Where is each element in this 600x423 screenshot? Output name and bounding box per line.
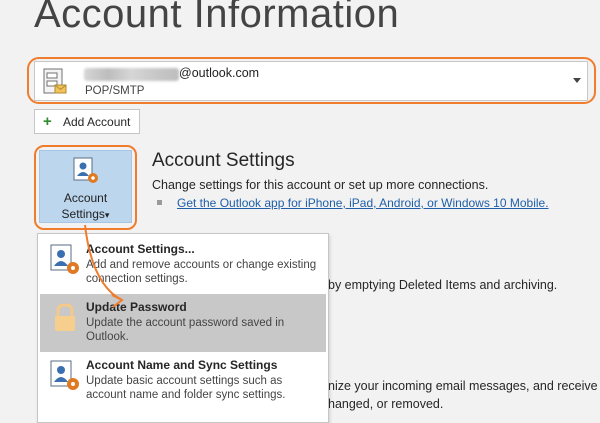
cleanup-description: by emptying Deleted Items and archiving. bbox=[328, 278, 558, 292]
account-settings-menu: Account Settings... Add and remove accou… bbox=[37, 233, 329, 423]
account-type: POP/SMTP bbox=[85, 85, 145, 97]
menu-item-update-password[interactable]: Update Password Update the account passw… bbox=[40, 294, 326, 352]
menu-item-title: Account Settings... bbox=[86, 242, 195, 256]
page-title: Account Information bbox=[34, 0, 400, 36]
section-title: Account Settings bbox=[152, 150, 295, 171]
menu-item-description: Update the account password saved in Out… bbox=[86, 317, 285, 343]
chevron-down-icon[interactable] bbox=[573, 78, 581, 83]
menu-item-title: Account Name and Sync Settings bbox=[86, 358, 278, 372]
rules-description-line2: hanged, or removed. bbox=[328, 397, 444, 411]
account-settings-icon bbox=[50, 244, 80, 276]
account-settings-icon bbox=[73, 157, 99, 185]
redacted-email-user bbox=[84, 68, 179, 81]
outlook-app-link[interactable]: Get the Outlook app for iPhone, iPad, An… bbox=[177, 196, 549, 210]
lock-icon bbox=[50, 302, 80, 334]
add-account-button[interactable]: + Add Account bbox=[34, 109, 140, 134]
rules-description-line1: nize your incoming email messages, and r… bbox=[328, 379, 598, 393]
menu-item-description: Add and remove accounts or change existi… bbox=[86, 259, 317, 285]
email-account-icon bbox=[43, 68, 67, 96]
add-account-label: Add Account bbox=[63, 115, 131, 129]
bullet-icon bbox=[157, 200, 162, 205]
plus-icon: + bbox=[43, 113, 52, 130]
account-selector[interactable]: @outlook.com POP/SMTP bbox=[34, 61, 588, 101]
account-settings-icon bbox=[50, 360, 80, 392]
account-settings-button[interactable]: Account Settings▾ bbox=[39, 150, 132, 223]
menu-item-account-name-sync[interactable]: Account Name and Sync Settings Update ba… bbox=[40, 352, 326, 410]
account-settings-button-label-line1: Account bbox=[63, 191, 108, 205]
section-description: Change settings for this account or set … bbox=[152, 178, 489, 192]
account-settings-button-label-line2: Settings▾ bbox=[61, 207, 110, 221]
menu-item-title: Update Password bbox=[86, 300, 187, 314]
account-email: @outlook.com bbox=[179, 66, 260, 80]
menu-item-account-settings[interactable]: Account Settings... Add and remove accou… bbox=[40, 236, 326, 294]
menu-item-description: Update basic account settings such as ac… bbox=[86, 375, 286, 401]
chevron-down-icon: ▾ bbox=[104, 210, 110, 220]
